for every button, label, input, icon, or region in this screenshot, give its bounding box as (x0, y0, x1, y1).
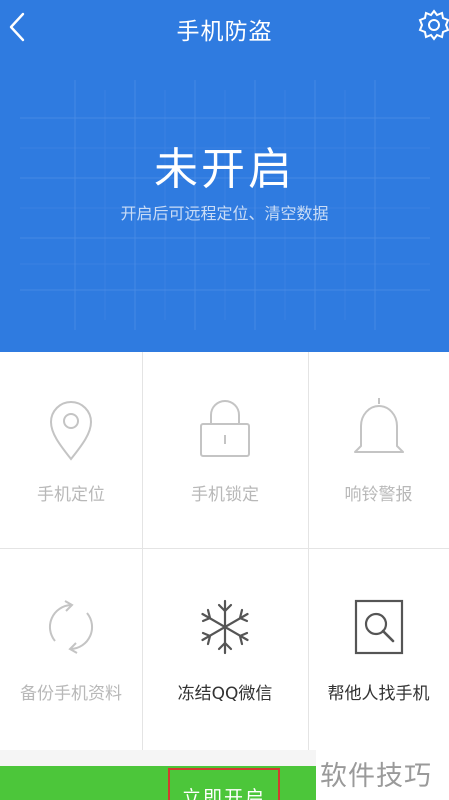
feature-freeze-qq-wechat[interactable]: 冻结QQ微信 (142, 549, 308, 750)
protection-status: 未开启 (154, 144, 295, 195)
feature-label: 手机锁定 (191, 485, 259, 505)
feature-lock-phone[interactable]: 手机锁定 (142, 352, 308, 548)
feature-locate-phone[interactable]: 手机定位 (0, 352, 142, 548)
feature-label: 备份手机资料 (20, 684, 122, 704)
watermark-text: 软件技巧 (320, 761, 432, 792)
phone-antitheft-screen: 手机防盗 未开启 开启后可远程定位、清空数据 手机定位 手机锁定 响铃警报 备份… (0, 0, 449, 800)
bell-icon (353, 398, 404, 453)
feature-help-find-phone[interactable]: 帮他人找手机 (308, 549, 449, 750)
status-description: 开启后可远程定位、清空数据 (120, 204, 329, 223)
location-pin-icon (49, 401, 93, 461)
feature-label: 冻结QQ微信 (177, 684, 273, 704)
search-frame-icon (354, 599, 403, 655)
lock-icon (200, 400, 250, 457)
watermark: 软件技巧 (316, 750, 449, 800)
snowflake-icon (201, 599, 249, 655)
open-now-button[interactable]: 立即开启 (168, 783, 280, 800)
top-bar: 手机防盗 (0, 0, 449, 54)
feature-backup-data[interactable]: 备份手机资料 (0, 549, 142, 750)
page-title: 手机防盗 (176, 19, 273, 45)
settings-button[interactable] (417, 6, 449, 44)
feature-label: 手机定位 (37, 485, 105, 505)
gear-icon (418, 9, 449, 41)
sync-icon (48, 600, 94, 654)
feature-grid: 手机定位 手机锁定 响铃警报 备份手机资料 冻结QQ微信 帮他人找手机 (0, 352, 449, 750)
status-hero: 手机防盗 未开启 开启后可远程定位、清空数据 (0, 0, 449, 352)
feature-label: 响铃警报 (344, 485, 413, 505)
feature-ring-alarm[interactable]: 响铃警报 (308, 352, 449, 548)
feature-label: 帮他人找手机 (327, 684, 430, 704)
